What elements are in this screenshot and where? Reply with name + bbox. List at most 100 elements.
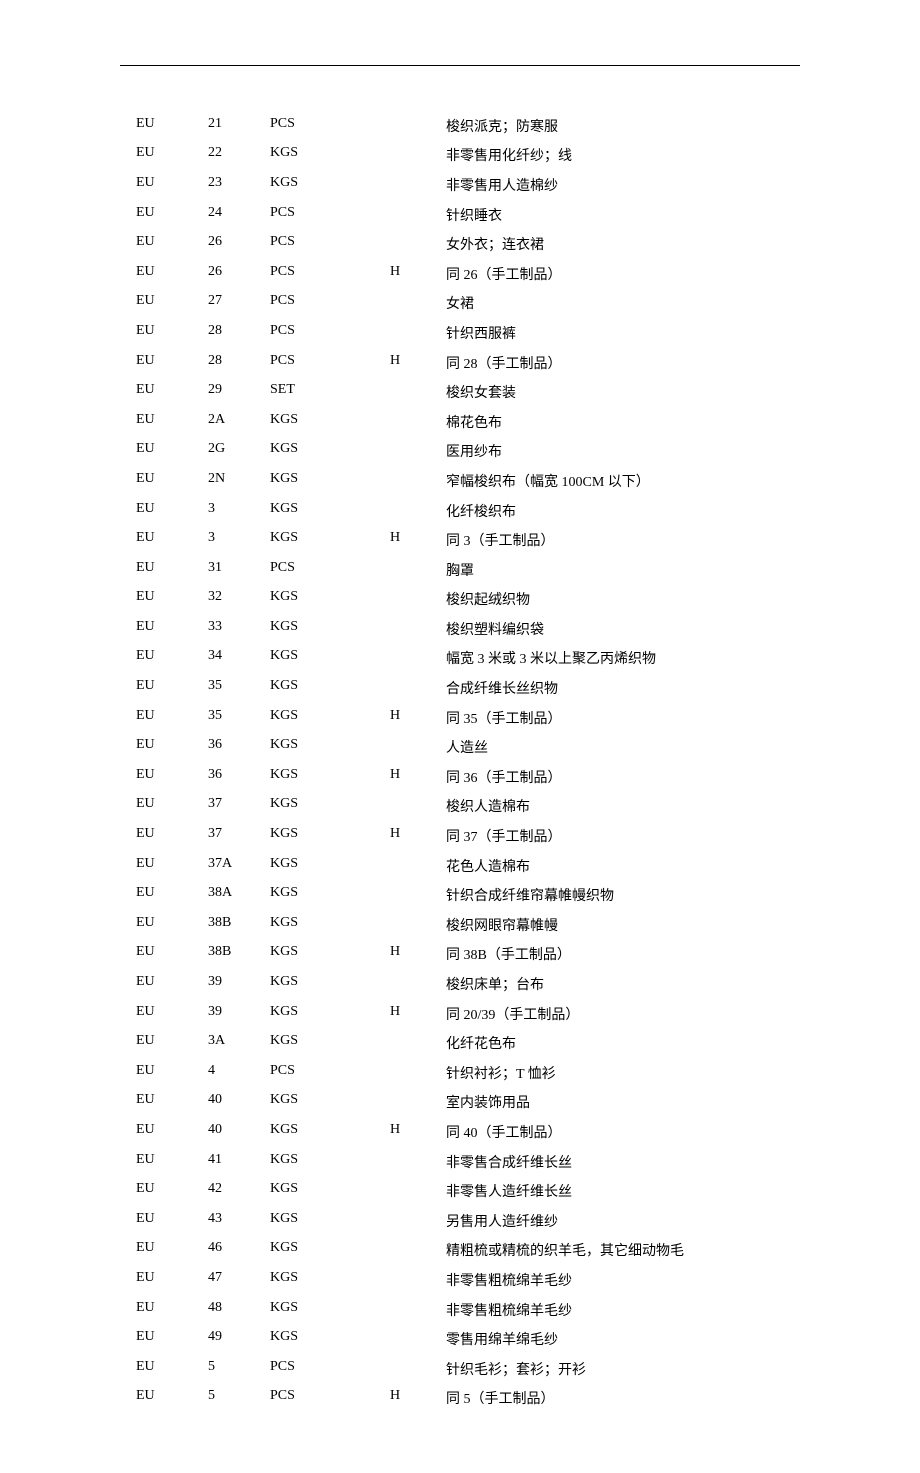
cell-code: 40 <box>208 1088 270 1118</box>
table-row: EU36KGS人造丝 <box>130 732 790 762</box>
cell-code: 3 <box>208 496 270 526</box>
cell-desc: 同 20/39（手工制品） <box>446 999 790 1029</box>
cell-unit: KGS <box>270 585 390 615</box>
cell-desc: 非零售粗梳绵羊毛纱 <box>446 1265 790 1295</box>
cell-region: EU <box>130 1028 208 1058</box>
cell-desc: 梭织床单；台布 <box>446 969 790 999</box>
cell-unit: KGS <box>270 821 390 851</box>
cell-flag: H <box>390 762 446 792</box>
cell-flag <box>390 496 446 526</box>
cell-flag <box>390 1265 446 1295</box>
cell-code: 38B <box>208 940 270 970</box>
cell-unit: KGS <box>270 525 390 555</box>
cell-desc: 针织毛衫；套衫；开衫 <box>446 1354 790 1384</box>
cell-desc: 同 28（手工制品） <box>446 348 790 378</box>
cell-desc: 同 35（手工制品） <box>446 703 790 733</box>
cell-unit: KGS <box>270 1176 390 1206</box>
cell-desc: 非零售粗梳绵羊毛纱 <box>446 1295 790 1325</box>
cell-code: 37A <box>208 851 270 881</box>
cell-flag <box>390 318 446 348</box>
table-row: EU39KGS梭织床单；台布 <box>130 969 790 999</box>
table-row: EU34KGS幅宽 3 米或 3 米以上聚乙丙烯织物 <box>130 644 790 674</box>
cell-unit: KGS <box>270 1147 390 1177</box>
cell-desc: 梭织塑料编织袋 <box>446 614 790 644</box>
cell-desc: 幅宽 3 米或 3 米以上聚乙丙烯织物 <box>446 644 790 674</box>
cell-region: EU <box>130 673 208 703</box>
cell-region: EU <box>130 377 208 407</box>
cell-desc: 女裙 <box>446 289 790 319</box>
cell-unit: PCS <box>270 1354 390 1384</box>
cell-desc: 窄幅梭织布（幅宽 100CM 以下） <box>446 466 790 496</box>
cell-desc: 同 5（手工制品） <box>446 1384 790 1414</box>
table-row: EU47KGS非零售粗梳绵羊毛纱 <box>130 1265 790 1295</box>
cell-flag <box>390 1354 446 1384</box>
cell-unit: KGS <box>270 880 390 910</box>
cell-code: 35 <box>208 673 270 703</box>
cell-code: 26 <box>208 229 270 259</box>
cell-code: 47 <box>208 1265 270 1295</box>
cell-desc: 非零售人造纤维长丝 <box>446 1176 790 1206</box>
cell-desc: 医用纱布 <box>446 437 790 467</box>
cell-desc: 同 3（手工制品） <box>446 525 790 555</box>
cell-unit: KGS <box>270 1117 390 1147</box>
cell-flag <box>390 289 446 319</box>
table-row: EU3KGSH同 3（手工制品） <box>130 525 790 555</box>
cell-code: 35 <box>208 703 270 733</box>
cell-desc: 胸罩 <box>446 555 790 585</box>
cell-flag <box>390 880 446 910</box>
table-row: EU4PCS针织衬衫；T 恤衫 <box>130 1058 790 1088</box>
cell-code: 43 <box>208 1206 270 1236</box>
cell-code: 27 <box>208 289 270 319</box>
cell-unit: KGS <box>270 851 390 881</box>
cell-code: 49 <box>208 1324 270 1354</box>
cell-desc: 同 38B（手工制品） <box>446 940 790 970</box>
cell-region: EU <box>130 1088 208 1118</box>
cell-unit: PCS <box>270 259 390 289</box>
cell-code: 3A <box>208 1028 270 1058</box>
cell-unit: KGS <box>270 732 390 762</box>
table-row: EU33KGS梭织塑料编织袋 <box>130 614 790 644</box>
cell-desc: 梭织派克；防寒服 <box>446 111 790 141</box>
cell-code: 2A <box>208 407 270 437</box>
cell-region: EU <box>130 969 208 999</box>
cell-flag: H <box>390 1117 446 1147</box>
cell-desc: 女外衣；连衣裙 <box>446 229 790 259</box>
cell-code: 28 <box>208 318 270 348</box>
cell-region: EU <box>130 732 208 762</box>
cell-desc: 针织衬衫；T 恤衫 <box>446 1058 790 1088</box>
cell-region: EU <box>130 170 208 200</box>
cell-unit: KGS <box>270 762 390 792</box>
cell-unit: PCS <box>270 289 390 319</box>
cell-region: EU <box>130 1295 208 1325</box>
cell-flag: H <box>390 703 446 733</box>
cell-region: EU <box>130 910 208 940</box>
cell-code: 36 <box>208 762 270 792</box>
cell-unit: KGS <box>270 496 390 526</box>
cell-unit: KGS <box>270 407 390 437</box>
cell-flag <box>390 1147 446 1177</box>
cell-region: EU <box>130 1324 208 1354</box>
cell-flag: H <box>390 999 446 1029</box>
table-row: EU36KGSH同 36（手工制品） <box>130 762 790 792</box>
cell-flag <box>390 229 446 259</box>
cell-flag: H <box>390 525 446 555</box>
cell-flag <box>390 792 446 822</box>
cell-code: 46 <box>208 1236 270 1266</box>
cell-desc: 同 40（手工制品） <box>446 1117 790 1147</box>
cell-unit: KGS <box>270 614 390 644</box>
cell-desc: 梭织网眼帘幕帷幔 <box>446 910 790 940</box>
cell-region: EU <box>130 1236 208 1266</box>
cell-flag <box>390 1206 446 1236</box>
cell-flag <box>390 614 446 644</box>
table-row: EU26PCS女外衣；连衣裙 <box>130 229 790 259</box>
cell-unit: KGS <box>270 792 390 822</box>
horizontal-rule <box>120 65 800 66</box>
cell-region: EU <box>130 1147 208 1177</box>
cell-desc: 室内装饰用品 <box>446 1088 790 1118</box>
cell-unit: KGS <box>270 940 390 970</box>
cell-unit: KGS <box>270 910 390 940</box>
cell-unit: KGS <box>270 1028 390 1058</box>
cell-flag <box>390 1236 446 1266</box>
cell-unit: SET <box>270 377 390 407</box>
cell-region: EU <box>130 229 208 259</box>
